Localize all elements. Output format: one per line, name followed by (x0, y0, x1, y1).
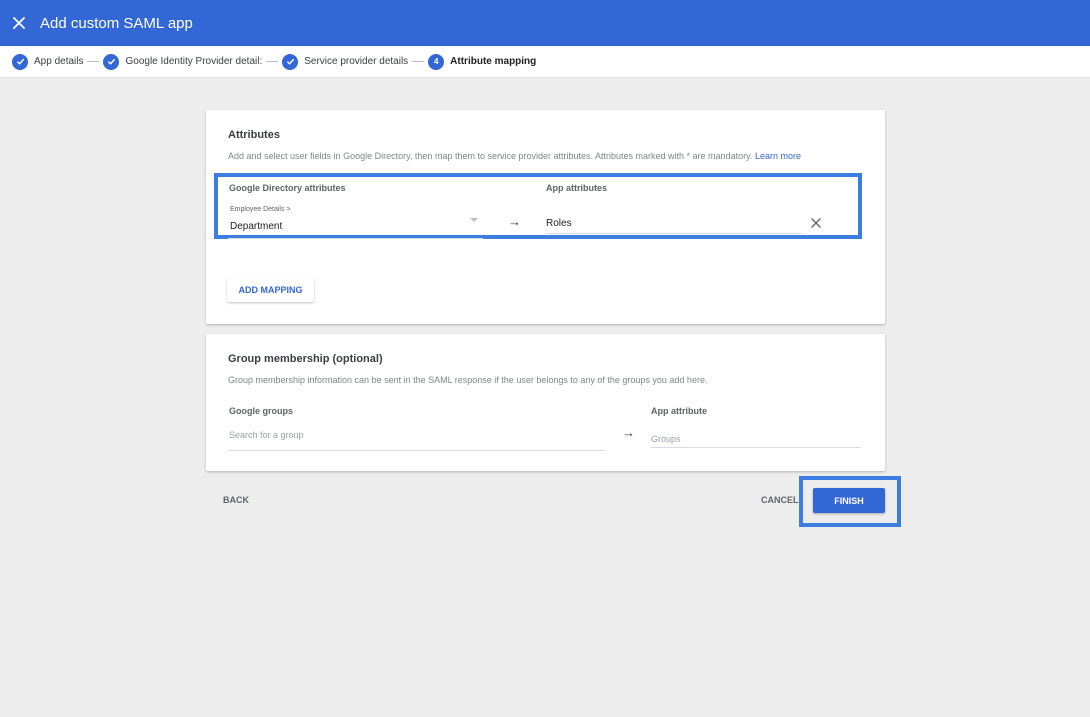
arrow-right-icon: → (508, 214, 521, 229)
select-underline (228, 238, 483, 239)
page-title: Add custom SAML app (40, 14, 193, 32)
step-label: Google Identity Provider detail: (125, 56, 263, 67)
attribute-category-label: Employee Details > (230, 206, 291, 213)
attributes-card: Attributes Add and select user fields in… (206, 110, 885, 324)
step-app-details[interactable]: App details (12, 53, 84, 70)
step-divider (87, 61, 100, 62)
remove-mapping-icon[interactable] (810, 216, 824, 230)
app-header: Add custom SAML app (0, 0, 1090, 46)
app-attribute-placeholder: Groups (651, 434, 681, 444)
google-directory-attributes-label: Google Directory attributes (229, 183, 346, 193)
close-icon-glyph (13, 17, 25, 29)
app-attribute-value: Roles (546, 218, 572, 229)
attributes-title: Attributes (228, 129, 280, 141)
group-membership-card: Group membership (optional) Group member… (206, 334, 885, 471)
step-divider (412, 61, 425, 62)
google-attribute-value: Department (230, 221, 283, 232)
step-divider (266, 61, 279, 62)
back-button[interactable]: BACK (223, 495, 249, 505)
attributes-description: Add and select user fields in Google Dir… (228, 151, 801, 161)
learn-more-link[interactable]: Learn more (755, 151, 801, 161)
group-membership-description: Group membership information can be sent… (228, 375, 708, 385)
group-search-placeholder: Search for a group (229, 430, 304, 440)
stepper: App details Google Identity Provider det… (0, 46, 1090, 78)
step-attribute-mapping[interactable]: 4 Attribute mapping (428, 53, 537, 70)
step-label: Attribute mapping (450, 56, 537, 67)
step-number-badge: 4 (428, 53, 445, 70)
close-icon[interactable] (1, 0, 37, 46)
check-icon (12, 53, 28, 70)
cancel-button[interactable]: CANCEL (761, 495, 799, 505)
check-icon (282, 53, 299, 70)
input-underline (546, 233, 802, 234)
add-mapping-button[interactable]: ADD MAPPING (227, 277, 314, 302)
input-underline (651, 447, 861, 448)
chevron-down-icon[interactable] (470, 218, 478, 222)
app-attribute-label: App attribute (651, 406, 707, 416)
arrow-right-icon: → (622, 425, 635, 440)
step-label: App details (34, 56, 84, 67)
step-label: Service provider details (304, 56, 409, 67)
app-attributes-label: App attributes (546, 183, 608, 193)
attributes-description-text: Add and select user fields in Google Dir… (228, 151, 753, 161)
google-groups-label: Google groups (229, 406, 293, 416)
finish-button[interactable]: FINISH (813, 488, 885, 513)
step-idp-details[interactable]: Google Identity Provider detail: (103, 53, 263, 70)
input-underline (228, 450, 606, 451)
group-membership-title: Group membership (optional) (228, 353, 383, 365)
step-service-provider-details[interactable]: Service provider details (282, 53, 409, 70)
check-icon (103, 53, 120, 70)
